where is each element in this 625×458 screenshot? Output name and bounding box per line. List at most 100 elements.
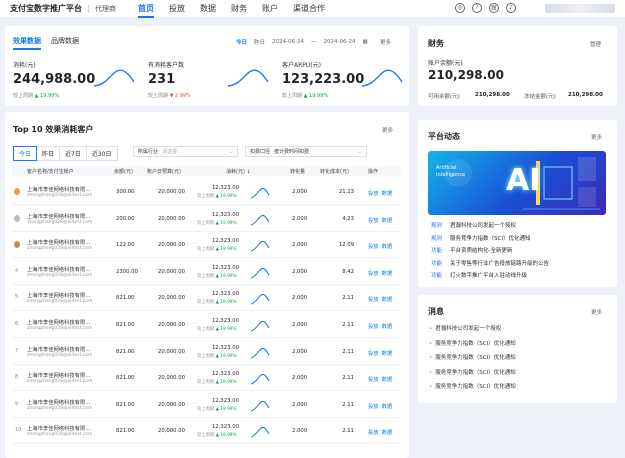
date-from[interactable]: 2024-06-24	[272, 39, 304, 45]
platform-more-link[interactable]: 更多	[591, 133, 602, 141]
customer-name[interactable]: 上海市李佳网络科技有限...	[27, 212, 90, 220]
nav-finance[interactable]: 财务	[231, 3, 247, 14]
deliver-link[interactable]: 投放	[368, 351, 379, 357]
news-item[interactable]: 规则 服务竞争力指数（SCI）优化通知	[431, 234, 530, 242]
nav-home[interactable]: 首页	[138, 3, 154, 18]
customer-name[interactable]: 上海市李佳网络科技有限...	[27, 398, 90, 406]
deliver-link[interactable]: 投放	[368, 218, 379, 224]
effect-more-link[interactable]: 更多	[380, 38, 391, 46]
tab-brand-data[interactable]: 品牌数据	[51, 36, 79, 50]
news-tag: 功能	[431, 273, 443, 279]
row-balance: 821.00	[116, 322, 135, 328]
kpi-sparkline	[93, 69, 135, 87]
calendar-icon[interactable]: ▦	[362, 39, 367, 45]
message-item[interactable]: 服务竞争力指数（SCI）优化通知	[429, 353, 515, 361]
help-icon[interactable]: ?	[472, 3, 482, 13]
medal-icon	[14, 241, 20, 249]
deliver-link[interactable]: 投放	[368, 430, 379, 436]
deliver-link[interactable]: 投放	[368, 404, 379, 410]
data-link[interactable]: 数据	[382, 351, 393, 357]
row-budget: 20,000.00	[158, 375, 185, 382]
table-row: 5 上海市李佳网络科技有限... zhongzheng028@alitest.com…	[12, 285, 402, 312]
news-item[interactable]: 功能 平台资质结构化-全新更新	[431, 246, 513, 254]
date-to[interactable]: 2024-06-24	[324, 39, 356, 45]
sort-select[interactable]: 扣费口径 按计费时间扣费 ⌄	[245, 146, 367, 157]
row-conversions: 2,000	[292, 189, 308, 195]
deliver-link[interactable]: 投放	[368, 377, 379, 383]
row-conversions: 2,000	[292, 242, 308, 249]
data-link[interactable]: 数据	[382, 404, 393, 410]
row-compare: 较上周期 ▲ 19.99%	[197, 327, 237, 332]
row-actions: 投放 数据	[368, 349, 395, 357]
kpi-value: 231	[148, 72, 176, 87]
customer-name[interactable]: 上海市李佳网络科技有限...	[27, 371, 90, 379]
news-item[interactable]: 功能 关于零售等行业广告投放链路升级的公告	[431, 259, 549, 267]
top10-more-link[interactable]: 更多	[382, 126, 393, 134]
tab-effect-data[interactable]: 效果数据	[13, 36, 41, 50]
customer-name[interactable]: 上海市李佳网络科技有限...	[27, 318, 90, 326]
kpi-sparkline	[227, 69, 269, 87]
customer-name[interactable]: 上海市李佳网络科技有限...	[27, 238, 90, 246]
filter-30d[interactable]: 近30日	[85, 146, 118, 161]
bell-icon[interactable]: ♪	[506, 3, 516, 13]
row-actions: 投放 数据	[368, 242, 395, 250]
industry-select[interactable]: 所属行业 请选择 ⌄	[133, 146, 238, 157]
nav-data[interactable]: 数据	[200, 3, 216, 14]
row-budget: 20,000.00	[158, 189, 185, 195]
date-separator: —	[311, 39, 317, 45]
deliver-link[interactable]: 投放	[368, 271, 379, 277]
headset-icon[interactable]: ◎	[455, 3, 465, 13]
row-balance: 300.00	[116, 189, 135, 195]
row-cpa: 2.11	[342, 348, 354, 355]
row-balance: 2300.00	[116, 268, 138, 275]
message-item[interactable]: 服务竞争力指数（SCI）优化通知	[429, 368, 515, 376]
row-conversions: 2,000	[292, 268, 308, 275]
document-icon[interactable]: ▤	[489, 3, 499, 13]
date-today[interactable]: 今日	[236, 38, 247, 46]
brand-title[interactable]: 支付宝数字推广平台	[10, 3, 82, 14]
message-item[interactable]: 服务竞争力指数（SCI）优化通知	[429, 382, 515, 390]
messages-more-link[interactable]: 更多	[591, 308, 602, 316]
date-yesterday[interactable]: 昨日	[254, 38, 265, 46]
finance-manage-link[interactable]: 管理	[590, 40, 601, 48]
message-item[interactable]: 服务竞争力指数（SCI）优化通知	[429, 339, 515, 347]
data-link[interactable]: 数据	[382, 430, 393, 436]
data-link[interactable]: 数据	[382, 297, 393, 303]
top10-title: Top 10 效果消耗客户	[13, 125, 94, 134]
deliver-link[interactable]: 投放	[368, 191, 379, 197]
customer-name[interactable]: 上海市李佳网络科技有限...	[27, 345, 90, 353]
message-item[interactable]: 君瀚科技公司发起一个授权	[429, 324, 501, 332]
nav-account[interactable]: 账户	[262, 3, 278, 14]
customer-name[interactable]: 上海市李佳网络科技有限...	[27, 185, 90, 193]
deliver-link[interactable]: 投放	[368, 324, 379, 330]
user-info[interactable]	[545, 4, 615, 13]
ai-banner[interactable]: Artificial Intelligence AI	[428, 151, 606, 215]
customer-name[interactable]: 上海市李佳网络科技有限...	[27, 265, 90, 273]
data-link[interactable]: 数据	[382, 271, 393, 277]
available-value: 210,298.00	[475, 92, 510, 98]
col-cost[interactable]: 消耗(元) ↓	[226, 168, 251, 175]
deliver-link[interactable]: 投放	[368, 244, 379, 250]
data-link[interactable]: 数据	[382, 244, 393, 250]
row-balance: 821.00	[116, 295, 135, 302]
filter-7d[interactable]: 近7日	[59, 146, 87, 161]
deliver-link[interactable]: 投放	[368, 297, 379, 303]
frozen-value: 210,298.00	[568, 92, 603, 98]
news-item[interactable]: 功能 灯火数字推广平台入驻动线升级	[431, 271, 527, 279]
news-item[interactable]: 规则 君瀚科技公司发起一个授权	[431, 221, 516, 229]
balance-label: 账户余额(元)	[428, 60, 463, 67]
filter-today[interactable]: 今日	[13, 146, 38, 161]
row-cost: 12,323.00	[212, 344, 239, 351]
nav-delivery[interactable]: 投放	[169, 3, 185, 14]
rank-number: 7	[15, 347, 19, 354]
data-link[interactable]: 数据	[382, 191, 393, 197]
data-link[interactable]: 数据	[382, 218, 393, 224]
balance-value: 210,298.00	[428, 68, 504, 82]
data-link[interactable]: 数据	[382, 377, 393, 383]
row-balance: 821.00	[116, 428, 135, 435]
nav-channel[interactable]: 渠道合作	[293, 3, 325, 14]
table-row: 7 上海市李佳网络科技有限... zhongzheng028@alitest.com…	[12, 339, 402, 365]
filter-yesterday[interactable]: 昨日	[36, 146, 61, 161]
data-link[interactable]: 数据	[382, 324, 393, 330]
row-sparkline	[250, 294, 270, 305]
